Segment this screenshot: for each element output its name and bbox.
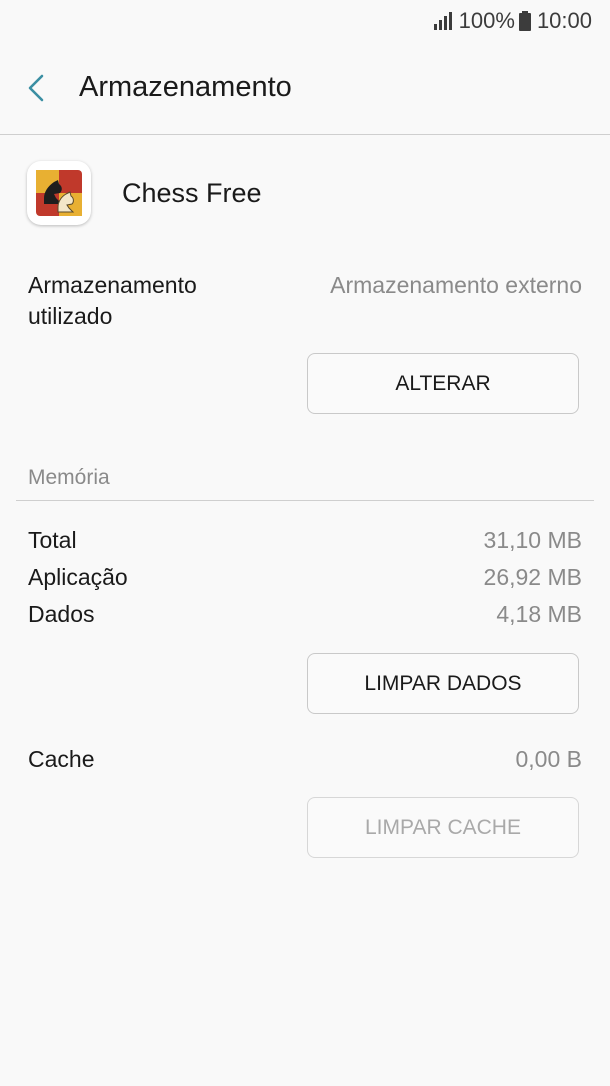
data-label: Dados	[28, 601, 95, 627]
app-icon	[27, 161, 91, 225]
page-title: Armazenamento	[79, 71, 292, 103]
signal-icon	[433, 12, 452, 30]
section-divider	[16, 500, 594, 501]
app-header: Armazenamento	[0, 42, 610, 135]
total-label: Total	[28, 527, 77, 553]
app-info-row: Chess Free	[27, 160, 262, 226]
total-value: 31,10 MB	[483, 527, 582, 553]
memory-section-title: Memória	[28, 466, 110, 489]
cache-label: Cache	[28, 746, 95, 772]
application-label: Aplicação	[28, 564, 128, 590]
battery-icon	[518, 11, 531, 31]
clear-data-button[interactable]: LIMPAR DADOS	[307, 653, 579, 714]
chevron-left-icon[interactable]	[24, 73, 48, 103]
application-value: 26,92 MB	[483, 564, 582, 590]
clear-cache-button[interactable]: LIMPAR CACHE	[307, 797, 579, 858]
data-value: 4,18 MB	[496, 601, 582, 627]
battery-percent: 100%	[458, 8, 515, 33]
status-time: 10:00	[536, 8, 592, 33]
chess-knight-icon	[36, 170, 82, 216]
status-indicators: 100% 10:00	[433, 8, 592, 34]
storage-used-label: Armazenamento utilizado	[28, 272, 197, 329]
app-name: Chess Free	[122, 177, 262, 208]
cache-value: 0,00 B	[515, 746, 583, 772]
change-storage-button[interactable]: ALTERAR	[307, 353, 579, 414]
storage-used-value: Armazenamento externo	[330, 272, 582, 298]
status-bar: 100% 10:00	[0, 0, 610, 42]
